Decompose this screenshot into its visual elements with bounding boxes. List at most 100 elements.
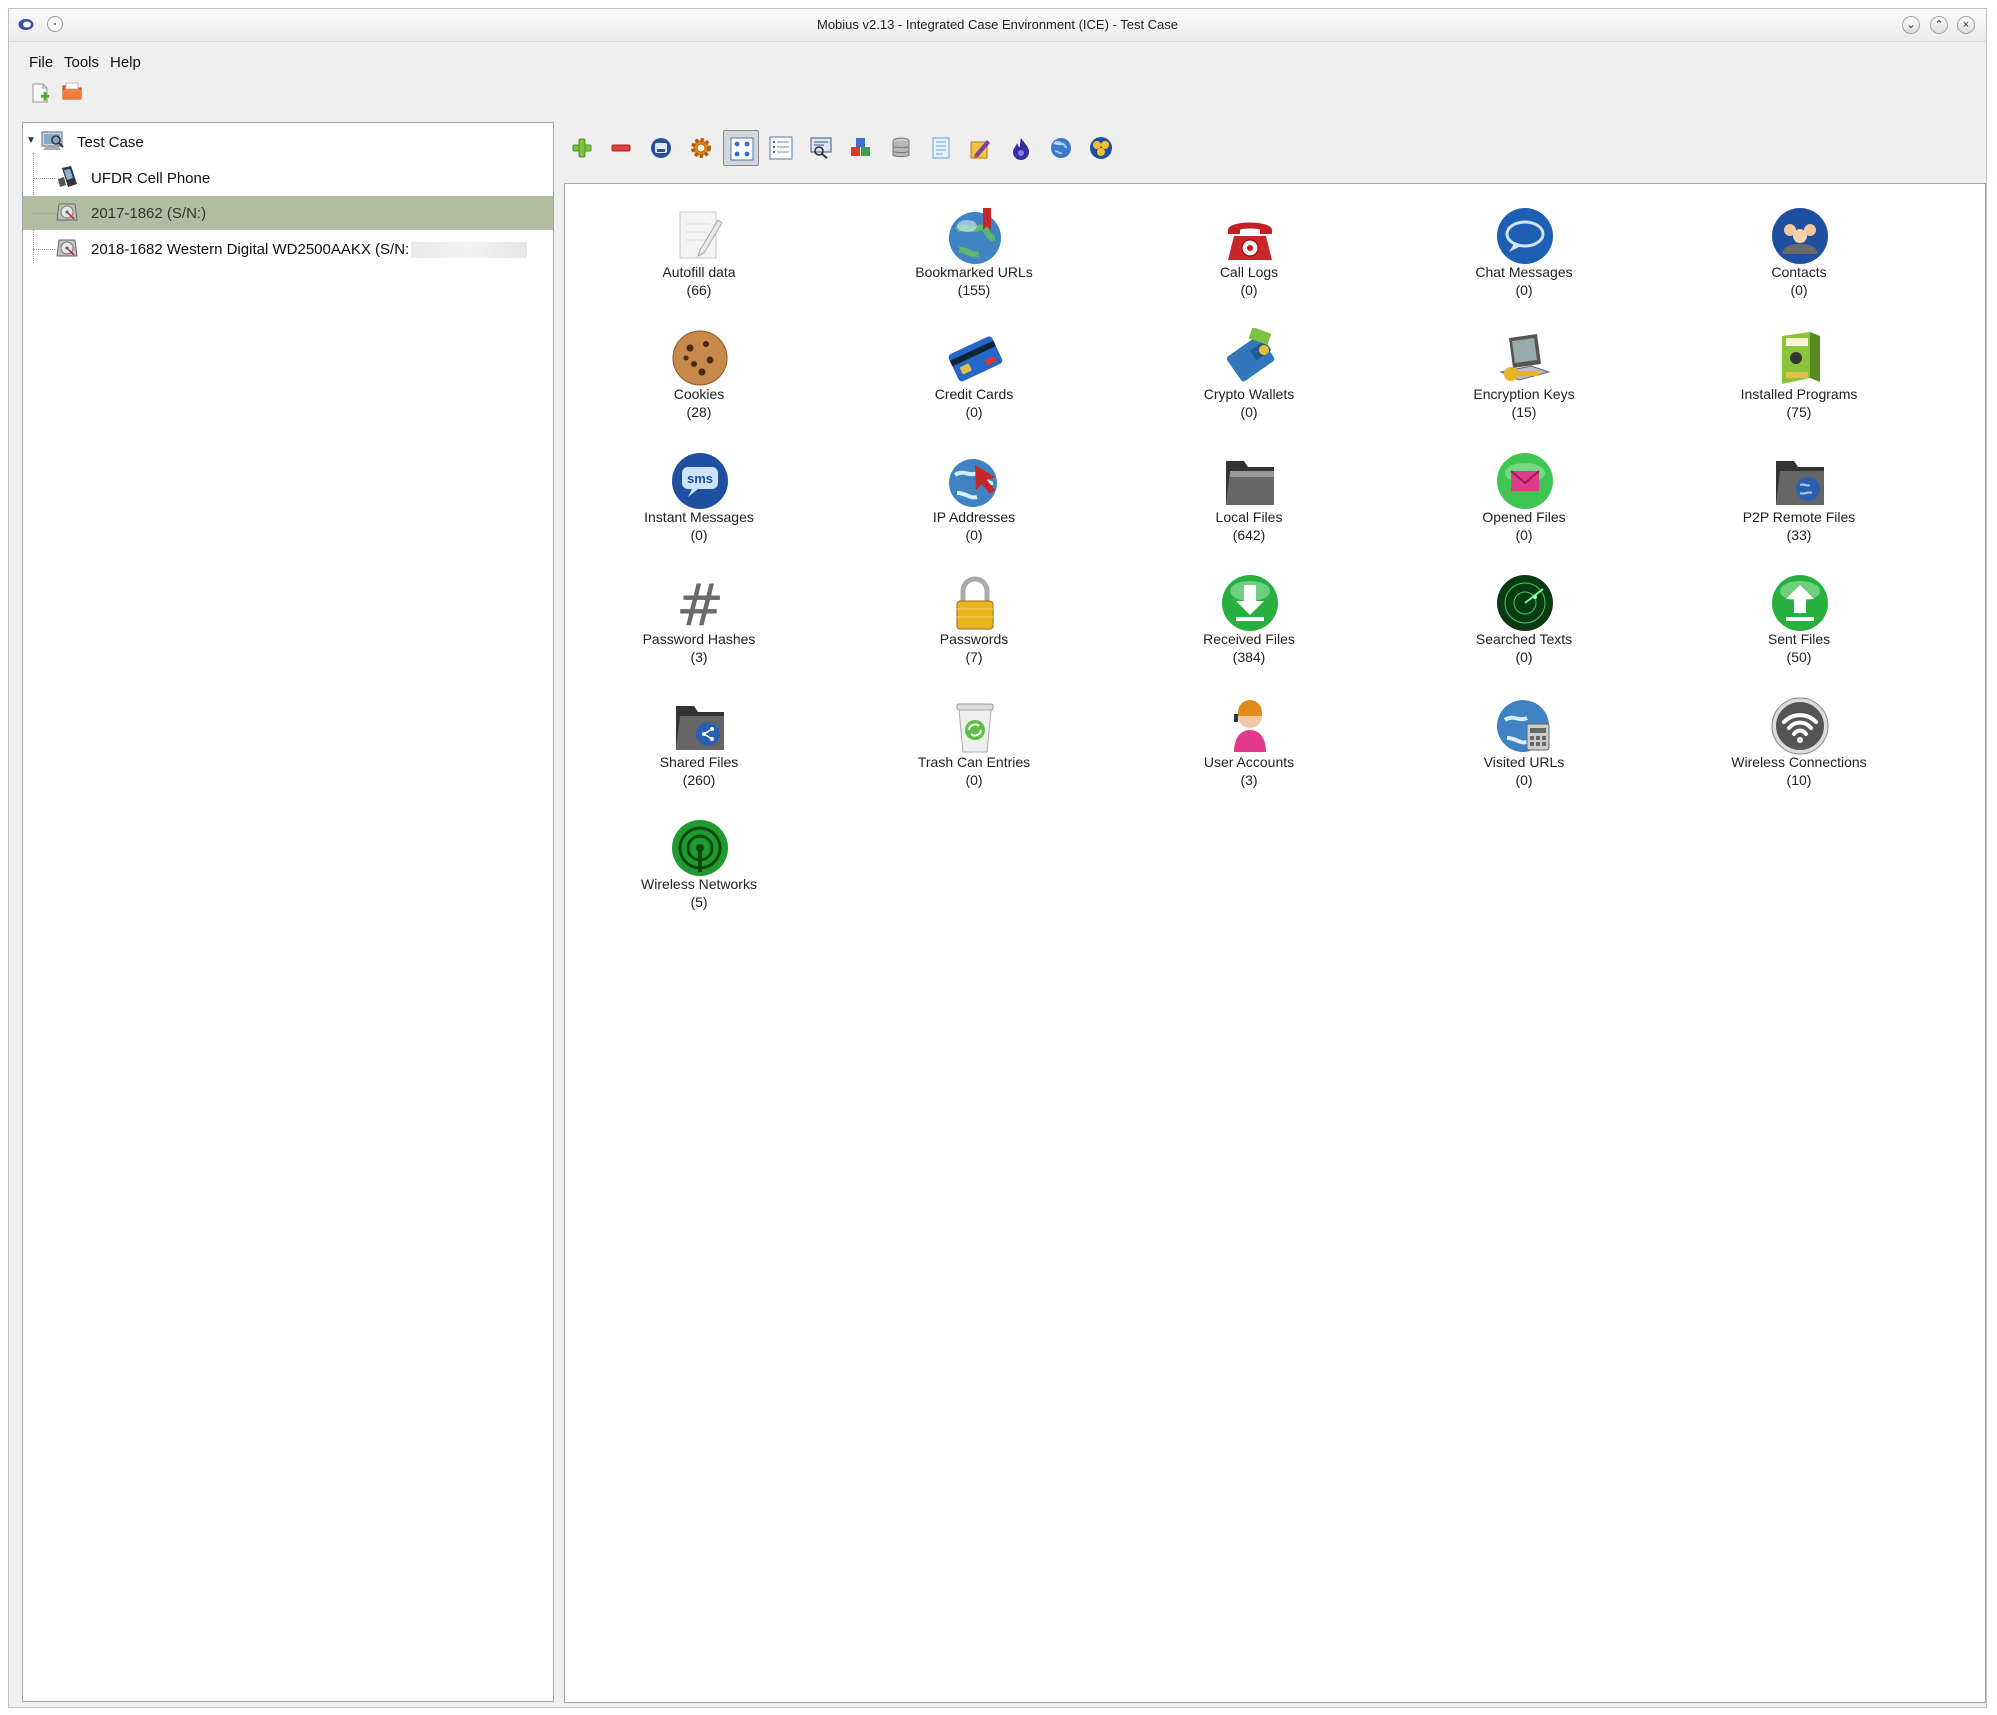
category-count: (5) — [690, 894, 708, 910]
category-count: (0) — [1515, 772, 1533, 788]
database-button[interactable] — [883, 130, 919, 166]
blocks-icon — [851, 138, 870, 156]
category-radar[interactable]: Searched Texts (0) — [1414, 563, 1634, 681]
ip-globe-icon — [949, 459, 997, 507]
icon-view-button[interactable] — [723, 130, 759, 166]
category-download[interactable]: Received Files (384) — [1139, 563, 1359, 681]
tree-item-ufdr-cell-phone[interactable]: UFDR Cell Phone — [23, 161, 553, 195]
category-name: Call Logs — [1219, 264, 1279, 280]
category-visited-globe[interactable]: Visited URLs (0) — [1414, 686, 1634, 804]
pen-report-icon — [970, 140, 990, 159]
category-name: Local Files — [1215, 509, 1283, 525]
category-count: (0) — [965, 404, 983, 420]
category-name: Wireless Networks — [641, 876, 757, 892]
category-name: Shared Files — [659, 754, 739, 770]
category-wifi[interactable]: Wireless Connections (10) — [1689, 686, 1909, 804]
hash-icon: # — [676, 573, 725, 633]
category-chat-bubble[interactable]: Chat Messages (0) — [1414, 196, 1634, 314]
flame-icon — [1013, 138, 1029, 160]
close-button[interactable]: × — [1957, 16, 1975, 34]
case-computer-icon — [41, 131, 64, 150]
category-count: (384) — [1232, 649, 1266, 665]
tree-item-2017-1862[interactable]: 2017-1862 (S/N:) — [23, 196, 553, 230]
category-hash[interactable]: # Password Hashes (3) — [589, 563, 809, 681]
category-autofill[interactable]: Autofill data (66) — [589, 196, 809, 314]
key-laptop-icon — [1499, 334, 1551, 381]
category-padlock[interactable]: Passwords (7) — [864, 563, 1084, 681]
trash-can-icon — [956, 703, 994, 753]
category-count: (15) — [1511, 404, 1537, 420]
category-count: (3) — [690, 649, 708, 665]
category-name: Passwords — [939, 631, 1009, 647]
menu-file[interactable]: File — [29, 54, 53, 71]
category-software-box[interactable]: Installed Programs (75) — [1689, 318, 1909, 436]
tree-item-label: 2018-1682 Western Digital WD2500AAKX (S/… — [91, 241, 410, 258]
search-report-button[interactable] — [803, 130, 839, 166]
telephone-icon — [1228, 222, 1272, 260]
shared-folder-icon — [676, 706, 724, 750]
disk-icon — [56, 239, 78, 257]
category-folder[interactable]: Local Files (642) — [1139, 441, 1359, 559]
globe-button[interactable] — [1043, 130, 1079, 166]
category-bookmark-globe[interactable]: Bookmarked URLs (155) — [864, 196, 1084, 314]
blocks-button[interactable] — [843, 130, 879, 166]
list-view-button[interactable] — [763, 130, 799, 166]
category-name: Credit Cards — [934, 386, 1014, 402]
disk-save-button[interactable] — [643, 130, 679, 166]
category-count: (0) — [1515, 282, 1533, 298]
menu-tools[interactable]: Tools — [64, 54, 99, 71]
collapse-arrow-icon[interactable]: ▼ — [26, 135, 36, 146]
category-cookie[interactable]: Cookies (28) — [589, 318, 809, 436]
icon-view-icon — [730, 137, 754, 161]
open-case-icon[interactable] — [61, 80, 83, 102]
category-telephone[interactable]: Call Logs (0) — [1139, 196, 1359, 314]
category-count: (66) — [686, 282, 712, 298]
category-contacts[interactable]: Contacts (0) — [1689, 196, 1909, 314]
category-trash-can[interactable]: Trash Can Entries (0) — [864, 686, 1084, 804]
user-icon — [1234, 700, 1266, 752]
category-opened-mail[interactable]: Opened Files (0) — [1414, 441, 1634, 559]
category-name: Received Files — [1203, 631, 1295, 647]
category-count: (0) — [1515, 527, 1533, 543]
category-key-laptop[interactable]: Encryption Keys (15) — [1414, 318, 1634, 436]
notes-button[interactable] — [923, 130, 959, 166]
menu-help[interactable]: Help — [110, 54, 141, 71]
category-count: (10) — [1786, 772, 1812, 788]
tree-root-label: Test Case — [77, 134, 144, 151]
category-name: Chat Messages — [1475, 264, 1573, 280]
category-antenna[interactable]: Wireless Networks (5) — [589, 808, 809, 926]
category-count: (0) — [1515, 649, 1533, 665]
category-count: (0) — [1240, 404, 1258, 420]
category-count: (7) — [965, 649, 983, 665]
autofill-icon — [679, 211, 723, 259]
category-p2p-folder[interactable]: P2P Remote Files (33) — [1689, 441, 1909, 559]
menu-bar: File Tools Help — [9, 45, 1986, 71]
pen-report-button[interactable] — [963, 130, 999, 166]
radar-icon — [1497, 575, 1553, 631]
opened-mail-icon — [1497, 453, 1553, 509]
artifact-category-grid: Autofill data (66) Bookmarked URLs (155) Cal… — [564, 183, 1986, 1703]
category-upload[interactable]: Sent Files (50) — [1689, 563, 1909, 681]
settings-button[interactable] — [683, 130, 719, 166]
minimize-button[interactable]: ⌄ — [1902, 16, 1920, 34]
category-name: Instant Messages — [644, 509, 754, 525]
category-wallet[interactable]: Crypto Wallets (0) — [1139, 318, 1359, 436]
flame-button[interactable] — [1003, 130, 1039, 166]
category-ip-globe[interactable]: IP Addresses (0) — [864, 441, 1084, 559]
wifi-icon — [1771, 697, 1829, 755]
maximize-button[interactable]: ⌃ — [1930, 16, 1948, 34]
window-title: Mobius v2.13 - Integrated Case Environme… — [816, 17, 1179, 32]
category-name: Cookies — [673, 386, 725, 402]
remove-button[interactable] — [603, 130, 639, 166]
category-user[interactable]: User Accounts (3) — [1139, 686, 1359, 804]
add-button[interactable] — [564, 130, 600, 166]
credit-card-icon — [948, 336, 1003, 382]
category-shared-folder[interactable]: Shared Files (260) — [589, 686, 809, 804]
new-case-icon[interactable] — [29, 82, 51, 104]
category-sms[interactable]: sms Instant Messages (0) — [589, 441, 809, 559]
tree-root-test-case[interactable]: ▼ Test Case — [23, 125, 553, 159]
category-credit-card[interactable]: Credit Cards (0) — [864, 318, 1084, 436]
network-button[interactable] — [1083, 130, 1119, 166]
tree-item-2018-1682[interactable]: 2018-1682 Western Digital WD2500AAKX (S/… — [23, 232, 553, 266]
software-box-icon — [1782, 332, 1820, 384]
